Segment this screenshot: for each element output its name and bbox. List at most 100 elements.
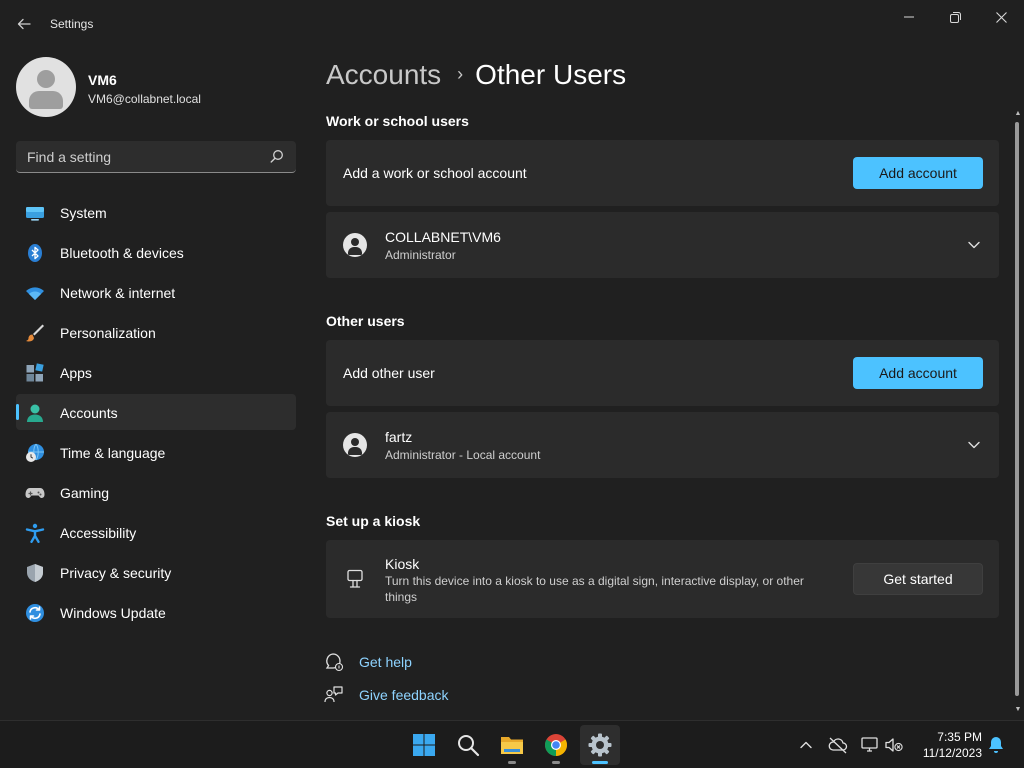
- update-icon: [26, 604, 44, 622]
- sidebar-item-label: Accounts: [60, 405, 118, 421]
- search-box: [16, 141, 296, 173]
- sidebar-item-label: Accessibility: [60, 525, 137, 541]
- breadcrumb: Accounts › Other Users: [326, 59, 626, 95]
- bluetooth-icon: [28, 244, 42, 262]
- restore-icon: [949, 11, 961, 23]
- work-school-section-title: Work or school users: [326, 113, 469, 129]
- work-user-card[interactable]: COLLABNET\VM6 Administrator: [326, 212, 999, 278]
- add-other-user-card: Add other user Add account: [326, 340, 999, 406]
- taskbar-settings[interactable]: [580, 725, 620, 765]
- start-button[interactable]: [404, 725, 444, 765]
- gear-icon: [588, 733, 612, 757]
- running-indicator: [592, 761, 608, 764]
- minimize-button[interactable]: [886, 6, 932, 28]
- chrome-icon: [545, 734, 567, 756]
- scroll-up-icon[interactable]: ▲: [1013, 110, 1023, 118]
- chevron-down-icon[interactable]: [966, 437, 982, 453]
- sidebar-item-accounts[interactable]: Accounts: [16, 394, 296, 430]
- breadcrumb-separator: ›: [457, 64, 464, 84]
- add-work-account-button[interactable]: Add account: [853, 157, 983, 189]
- sidebar-item-bluetooth[interactable]: Bluetooth & devices: [16, 234, 296, 270]
- running-indicator: [508, 761, 516, 764]
- taskbar-clock[interactable]: 7:35 PM 11/12/2023: [912, 729, 982, 761]
- kiosk-description-line2: things: [385, 590, 418, 604]
- kiosk-card: Kiosk Turn this device into a kiosk to u…: [326, 540, 999, 618]
- sidebar-item-label: System: [60, 205, 107, 221]
- sidebar-item-label: Personalization: [60, 325, 156, 341]
- clock-time: 7:35 PM: [937, 730, 982, 744]
- sidebar-item-label: Windows Update: [60, 605, 166, 621]
- search-input[interactable]: [16, 141, 266, 172]
- sidebar-item-apps[interactable]: Apps: [16, 354, 296, 390]
- other-user-name: fartz: [385, 429, 413, 445]
- kiosk-section-title: Set up a kiosk: [326, 513, 421, 529]
- app-title: Settings: [50, 17, 94, 31]
- restore-button[interactable]: [932, 6, 978, 28]
- sidebar-item-label: Gaming: [60, 485, 110, 501]
- network-icon[interactable]: [860, 735, 880, 755]
- kiosk-description-line1: Turn this device into a kiosk to use as …: [385, 574, 804, 588]
- search-icon: [458, 735, 480, 757]
- feedback-icon: [324, 686, 343, 703]
- scrollbar[interactable]: ▲ ▼: [1012, 108, 1024, 718]
- sidebar-item-personalization[interactable]: Personalization: [16, 314, 296, 350]
- help-icon: [325, 653, 344, 672]
- give-feedback-link[interactable]: Give feedback: [324, 684, 524, 706]
- shield-icon: [27, 564, 43, 582]
- chevron-up-icon[interactable]: [796, 735, 816, 755]
- breadcrumb-parent[interactable]: Accounts: [326, 59, 441, 90]
- kiosk-icon: [347, 569, 363, 588]
- gamepad-icon: [25, 488, 45, 498]
- get-help-label: Get help: [359, 654, 412, 670]
- sidebar-item-network[interactable]: Network & internet: [16, 274, 296, 310]
- taskbar-chrome[interactable]: [536, 725, 576, 765]
- sidebar-item-privacy-security[interactable]: Privacy & security: [16, 554, 296, 590]
- profile-card[interactable]: VM6 VM6@collabnet.local: [16, 57, 306, 117]
- onedrive-offline-icon[interactable]: [828, 735, 848, 755]
- user-avatar: [343, 233, 367, 257]
- add-other-user-button[interactable]: Add account: [853, 357, 983, 389]
- monitor-icon: [26, 207, 44, 221]
- get-started-button[interactable]: Get started: [853, 563, 983, 595]
- windows-logo-icon: [413, 734, 435, 756]
- work-user-name: COLLABNET\VM6: [385, 229, 501, 245]
- chevron-down-icon[interactable]: [966, 237, 982, 253]
- sidebar-item-label: Network & internet: [60, 285, 176, 301]
- sidebar-item-label: Bluetooth & devices: [60, 245, 184, 261]
- work-user-role: Administrator: [385, 248, 456, 262]
- search-icon[interactable]: [270, 149, 284, 163]
- other-users-section-title: Other users: [326, 313, 405, 329]
- wifi-icon: [26, 287, 44, 300]
- scrollbar-thumb[interactable]: [1015, 122, 1019, 696]
- back-button[interactable]: [14, 14, 34, 34]
- minimize-icon: [904, 16, 914, 18]
- sidebar-item-gaming[interactable]: Gaming: [16, 474, 296, 510]
- close-icon: [995, 11, 1007, 23]
- running-indicator: [552, 761, 560, 764]
- avatar: [16, 57, 76, 117]
- sidebar-item-label: Privacy & security: [60, 565, 172, 581]
- sidebar-item-system[interactable]: System: [16, 194, 296, 230]
- give-feedback-label: Give feedback: [359, 687, 449, 703]
- taskbar-file-explorer[interactable]: [492, 725, 532, 765]
- clock-date: 11/12/2023: [922, 746, 982, 760]
- sidebar-nav: System Bluetooth & devices Network & int…: [16, 194, 296, 634]
- add-work-account-label: Add a work or school account: [343, 165, 527, 181]
- sidebar-item-time-language[interactable]: Time & language: [16, 434, 296, 470]
- notification-bell-icon[interactable]: [986, 735, 1006, 755]
- page-title: Other Users: [475, 59, 627, 90]
- sidebar-item-accessibility[interactable]: Accessibility: [16, 514, 296, 550]
- profile-name: VM6: [88, 72, 117, 88]
- sidebar-item-label: Time & language: [60, 445, 166, 461]
- other-user-card[interactable]: fartz Administrator - Local account: [326, 412, 999, 478]
- get-help-link[interactable]: Get help: [324, 651, 524, 673]
- add-work-account-card: Add a work or school account Add account: [326, 140, 999, 206]
- taskbar: 7:35 PM 11/12/2023: [0, 720, 1024, 768]
- volume-muted-icon[interactable]: [884, 735, 904, 755]
- folder-icon: [501, 737, 523, 754]
- accessibility-icon: [25, 523, 45, 543]
- close-button[interactable]: [978, 6, 1024, 28]
- scroll-down-icon[interactable]: ▼: [1013, 706, 1023, 714]
- taskbar-search-button[interactable]: [448, 725, 488, 765]
- sidebar-item-windows-update[interactable]: Windows Update: [16, 594, 296, 630]
